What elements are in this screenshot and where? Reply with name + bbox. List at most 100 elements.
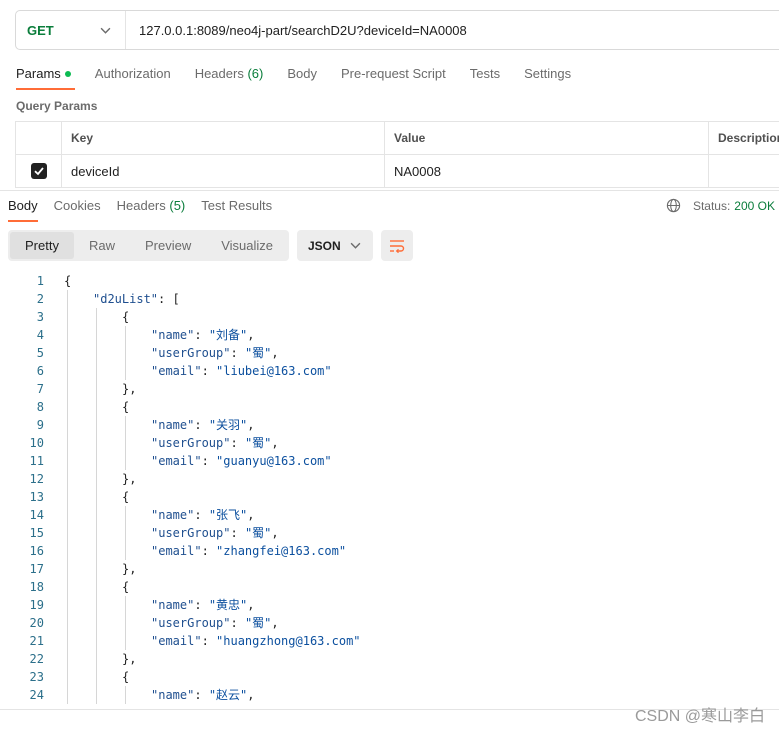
json-key: "name": [151, 418, 195, 432]
param-description-input[interactable]: [709, 155, 779, 187]
watermark: CSDN @寒山李白: [634, 708, 765, 725]
line-number: 10: [29, 436, 44, 450]
indent-guide: [96, 452, 97, 470]
indent-guide: [67, 506, 68, 524]
json-key: "userGroup": [151, 526, 231, 540]
json-punctuation: {: [122, 580, 130, 594]
view-visualize-button[interactable]: Visualize: [206, 232, 288, 259]
json-punctuation: :: [230, 526, 245, 540]
json-punctuation: :: [230, 436, 245, 450]
tab-authorization[interactable]: Authorization: [95, 66, 171, 90]
indent-guide: [125, 542, 126, 560]
view-pretty-button[interactable]: Pretty: [10, 232, 74, 259]
param-checkbox[interactable]: [30, 163, 47, 179]
code-text: "name": "张飞",: [44, 506, 255, 524]
json-string: "蜀": [244, 436, 272, 450]
code-text: {: [44, 668, 129, 686]
code-text: "name": "赵云",: [44, 686, 255, 704]
tab-headers[interactable]: Headers (6): [195, 66, 264, 90]
json-punctuation: :: [194, 688, 209, 702]
indent-guide: [67, 596, 68, 614]
code-text: "name": "关羽",: [44, 416, 255, 434]
chevron-down-icon: [100, 27, 111, 34]
line-number: 8: [36, 400, 44, 414]
indent-guide: [67, 668, 68, 686]
code-text: },: [44, 380, 136, 398]
pane-divider[interactable]: [0, 190, 779, 191]
indent-guide: [67, 488, 68, 506]
json-punctuation: :: [194, 598, 209, 612]
json-punctuation: ,: [271, 436, 279, 450]
json-punctuation: :: [230, 616, 245, 630]
indent-guide: [67, 614, 68, 632]
response-status: Status: 200 OK: [666, 198, 775, 213]
tab-body[interactable]: Body: [287, 66, 317, 90]
response-tabs: Body Cookies Headers (5) Test Results: [8, 198, 288, 222]
indent-guide: [96, 488, 97, 506]
wrap-lines-button[interactable]: [381, 230, 413, 261]
json-string: "赵云": [208, 688, 248, 702]
json-key: "name": [151, 508, 195, 522]
tab-params[interactable]: Params: [16, 66, 75, 90]
code-line: 13 {: [0, 488, 779, 506]
indent-guide: [67, 650, 68, 668]
line-number: 4: [36, 328, 44, 342]
code-lines: 1{2 "d2uList": [3{4 "name": "刘备", 5 "userGro…: [0, 272, 779, 704]
param-key-input[interactable]: deviceId: [62, 155, 385, 187]
url-bar: GET 127.0.0.1:8089/neo4j-part/searchD2U?…: [15, 10, 779, 50]
tab-test-results[interactable]: Test Results: [201, 198, 272, 222]
tab-tests[interactable]: Tests: [470, 66, 500, 90]
code-text: {: [44, 308, 129, 326]
line-number: 24: [29, 688, 44, 702]
method-select[interactable]: GET: [16, 11, 126, 49]
code-line: 18 {: [0, 578, 779, 596]
view-mode-segmented: Pretty Raw Preview Visualize: [8, 230, 289, 261]
column-description: Description: [709, 122, 779, 154]
json-key: "email": [151, 634, 202, 648]
indent-guide: [96, 686, 97, 704]
url-input[interactable]: 127.0.0.1:8089/neo4j-part/searchD2U?devi…: [126, 23, 467, 38]
code-text: },: [44, 470, 136, 488]
line-number: 13: [29, 490, 44, 504]
code-text: "email": "liubei@163.com": [44, 362, 332, 380]
json-punctuation: {: [122, 490, 130, 504]
indent-guide: [96, 524, 97, 542]
line-number: 16: [29, 544, 44, 558]
tab-headers-label: Headers: [194, 66, 244, 81]
format-select[interactable]: JSON: [297, 230, 373, 261]
view-preview-button[interactable]: Preview: [130, 232, 206, 259]
json-punctuation: {: [122, 670, 130, 684]
line-number: 19: [29, 598, 44, 612]
indent-guide: [67, 578, 68, 596]
tab-settings[interactable]: Settings: [524, 66, 571, 90]
globe-icon[interactable]: [666, 198, 681, 213]
indent-guide: [96, 578, 97, 596]
indent-guide: [67, 686, 68, 704]
headers-count: (6): [247, 66, 264, 81]
line-number: 20: [29, 616, 44, 630]
query-params-title: Query Params: [16, 99, 98, 113]
json-string: "huangzhong@163.com": [216, 634, 361, 648]
response-headers-count: (5): [169, 198, 186, 213]
view-raw-button[interactable]: Raw: [74, 232, 130, 259]
line-number: 18: [29, 580, 44, 594]
tab-cookies[interactable]: Cookies: [54, 198, 101, 222]
json-punctuation: },: [122, 472, 137, 486]
response-code-editor[interactable]: 1{2 "d2uList": [3{4 "name": "刘备", 5 "userGro…: [0, 272, 779, 704]
param-value-input[interactable]: NA0008: [385, 155, 709, 187]
tab-prerequest-script[interactable]: Pre-request Script: [341, 66, 446, 90]
code-text: "userGroup": "蜀",: [44, 434, 279, 452]
tab-response-body[interactable]: Body: [8, 198, 38, 222]
json-string: "关羽": [208, 418, 248, 432]
json-key: "userGroup": [151, 346, 231, 360]
indent-guide: [67, 308, 68, 326]
line-number: 11: [29, 454, 44, 468]
code-line: 22},: [0, 650, 779, 668]
indent-guide: [125, 434, 126, 452]
line-number: 6: [36, 364, 44, 378]
code-line: 4 "name": "刘备",: [0, 326, 779, 344]
code-line: 16 "email": "zhangfei@163.com": [0, 542, 779, 560]
tab-response-headers[interactable]: Headers (5): [117, 198, 186, 222]
json-key: "email": [151, 544, 202, 558]
code-text: {: [44, 398, 129, 416]
